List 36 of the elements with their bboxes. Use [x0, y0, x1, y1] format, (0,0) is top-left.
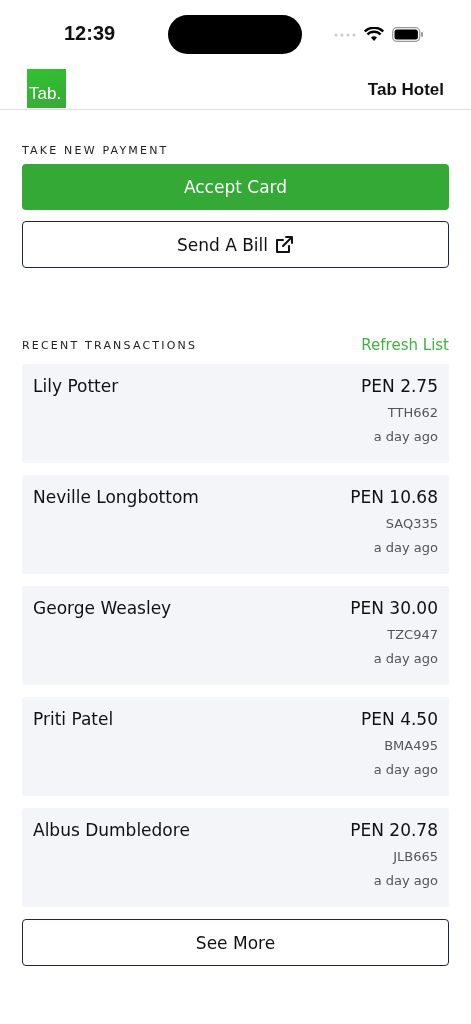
send-bill-button[interactable]: Send A Bill — [22, 221, 449, 268]
section-heading: RECENT TRANSACTIONS — [22, 338, 198, 352]
transaction-time: a day ago — [373, 428, 438, 446]
transaction-card[interactable]: Neville Longbottom PEN 10.68 SAQ335 a day ago — [22, 475, 449, 574]
status-time: 12:39 — [64, 22, 116, 45]
customer-name: Priti Patel — [33, 709, 114, 731]
transaction-time: a day ago — [373, 761, 438, 779]
transaction-time: a day ago — [373, 650, 438, 668]
customer-name: Albus Dumbledore — [33, 820, 190, 842]
transaction-code: BMA495 — [384, 737, 438, 755]
amount: PEN 20.78 — [350, 820, 438, 840]
amount: PEN 4.50 — [361, 709, 438, 729]
transaction-time: a day ago — [373, 872, 438, 890]
transaction-code: TZC947 — [387, 626, 438, 644]
customer-name: George Weasley — [33, 598, 172, 620]
amount: PEN 2.75 — [361, 376, 438, 396]
transaction-code: TTH662 — [387, 404, 438, 422]
transaction-code: JLB665 — [393, 848, 438, 866]
transaction-card[interactable]: Albus Dumbledore PEN 20.78 JLB665 a day ago — [22, 808, 449, 907]
battery-icon — [392, 27, 424, 42]
hotel-name: Tab Hotel — [367, 80, 444, 100]
wifi-icon — [364, 27, 384, 42]
amount: PEN 30.00 — [350, 598, 438, 618]
see-more-button[interactable]: See More — [22, 919, 449, 966]
logo: Tab. — [27, 69, 66, 108]
customer-name: Lily Potter — [33, 376, 119, 398]
customer-name: Neville Longbottom — [33, 487, 199, 509]
transaction-card[interactable]: Lily Potter PEN 2.75 TTH662 a day ago — [22, 364, 449, 463]
section-heading: TAKE NEW PAYMENT — [22, 144, 170, 157]
amount: PEN 10.68 — [350, 487, 438, 507]
transaction-code: SAQ335 — [385, 515, 438, 533]
transaction-time: a day ago — [373, 539, 438, 557]
external-link-icon — [274, 234, 295, 255]
signal-icon — [334, 32, 356, 37]
transaction-card[interactable]: Priti Patel PEN 4.50 BMA495 a day ago — [22, 697, 449, 796]
transaction-card[interactable]: George Weasley PEN 30.00 TZC947 a day ago — [22, 586, 449, 685]
